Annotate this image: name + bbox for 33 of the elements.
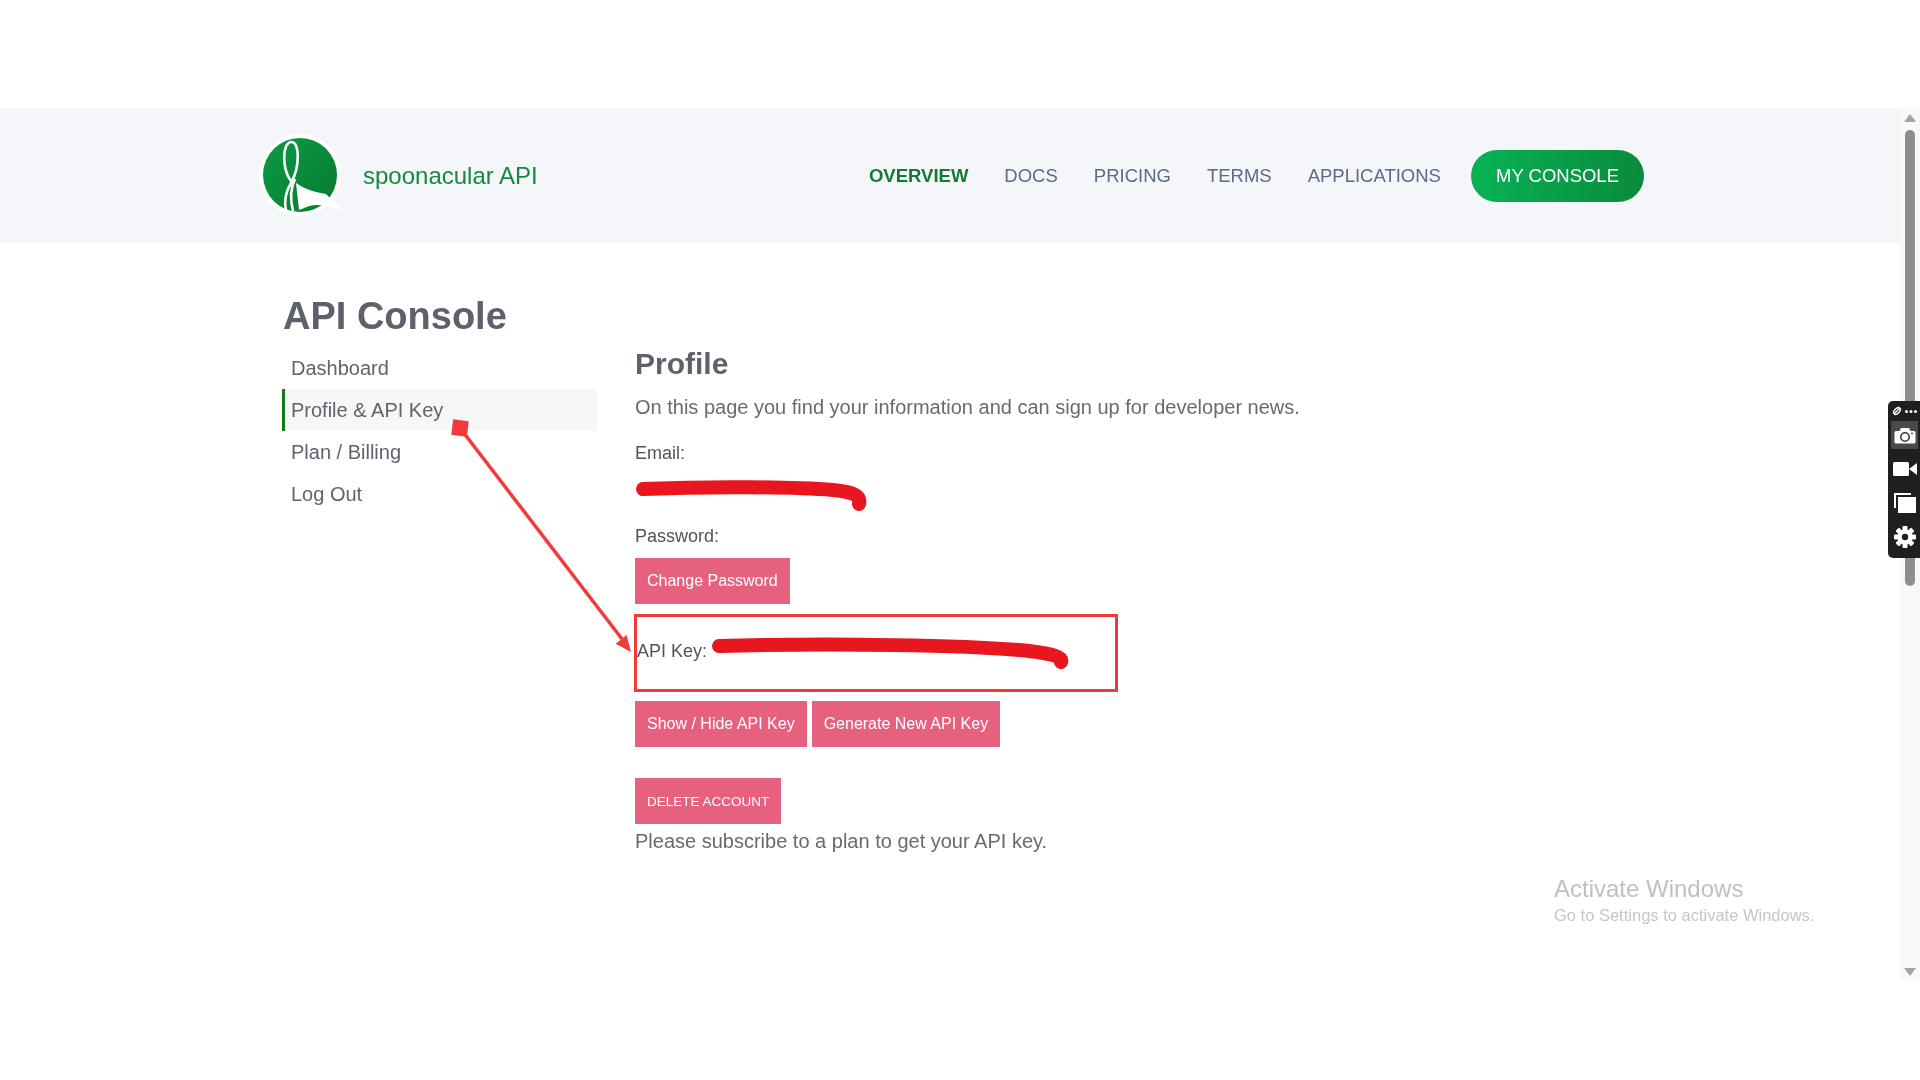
sidebar-item[interactable]: Log Out xyxy=(282,473,597,515)
email-label: Email: xyxy=(635,442,685,465)
capture-tool-button[interactable] xyxy=(1891,523,1918,551)
delete-account-button[interactable]: DELETE ACCOUNT xyxy=(635,778,782,824)
camera-icon xyxy=(1893,426,1916,444)
video-camera-icon xyxy=(1892,462,1917,476)
activation-title: Activate Windows xyxy=(1554,874,1744,904)
api-key-button[interactable]: Show / Hide API Key xyxy=(635,701,807,747)
change-password-button[interactable]: Change Password xyxy=(635,558,790,604)
link-icon[interactable] xyxy=(1892,406,1902,416)
nav-link[interactable]: OVERVIEW xyxy=(869,164,969,187)
section-description: On this page you find your information and can sign up for developer news. xyxy=(635,395,1300,420)
sidebar-item[interactable]: Profile & API Key xyxy=(282,389,597,431)
subscribe-notice: Please subscribe to a plan to get your API key. xyxy=(635,829,1048,854)
section-title: Profile xyxy=(635,346,729,382)
nav-link[interactable]: TERMS xyxy=(1206,164,1272,187)
nav-link[interactable]: PRICING xyxy=(1093,164,1171,187)
sidebar-item[interactable]: Plan / Billing xyxy=(282,431,597,473)
stacked-windows-icon xyxy=(1893,493,1916,513)
settings-icon xyxy=(1893,526,1916,548)
activation-text: Go to Settings to activate Windows. xyxy=(1554,905,1815,926)
nav-link[interactable]: APPLICATIONS xyxy=(1307,164,1441,187)
brand-name[interactable]: spoonacular API xyxy=(363,161,538,190)
password-label: Password: xyxy=(635,525,720,548)
page-title: API Console xyxy=(283,294,507,339)
capture-tool-button[interactable] xyxy=(1891,421,1918,449)
api-key-button[interactable]: Generate New API Key xyxy=(811,701,1001,747)
nav-link[interactable]: DOCS xyxy=(1004,164,1058,187)
console-button[interactable]: MY CONSOLE xyxy=(1470,149,1644,202)
sidebar-item[interactable]: Dashboard xyxy=(282,347,597,389)
api-key-label: API Key: xyxy=(637,640,708,662)
more-icon[interactable] xyxy=(1905,409,1917,413)
chef-logo-icon[interactable] xyxy=(258,132,344,219)
